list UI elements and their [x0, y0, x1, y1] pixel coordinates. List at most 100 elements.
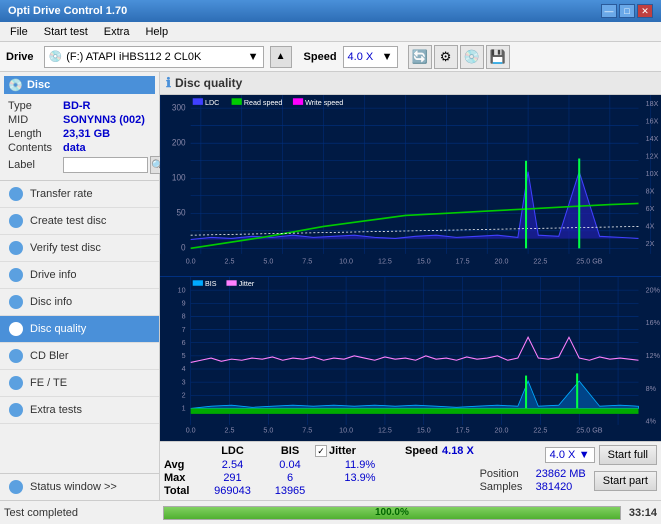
svg-text:20.0: 20.0 [495, 425, 509, 434]
progress-label: 100.0% [164, 507, 620, 519]
disc-info-grid: Type BD-R MID SONYNN3 (002) Length 23,31… [4, 98, 155, 176]
sidebar-label-extra-tests: Extra tests [30, 404, 82, 416]
sidebar-bottom: Status window >> [0, 473, 159, 500]
menu-extra[interactable]: Extra [98, 24, 136, 40]
svg-text:10.0: 10.0 [339, 256, 353, 265]
chart2-container: 10 9 8 7 6 5 4 3 2 1 20% 16% 12% 8% 4% [160, 277, 661, 441]
disc-quality-header: ℹ Disc quality [160, 72, 661, 95]
svg-text:10X: 10X [646, 169, 659, 178]
disc-button[interactable]: 💿 [460, 45, 484, 69]
menu-file[interactable]: File [4, 24, 34, 40]
disc-info-icon [8, 294, 24, 310]
total-label: Total [164, 485, 200, 497]
label-input[interactable] [63, 157, 148, 173]
fe-te-icon [8, 375, 24, 391]
chart2-svg: 10 9 8 7 6 5 4 3 2 1 20% 16% 12% 8% 4% [160, 277, 661, 441]
svg-text:BIS: BIS [205, 278, 217, 287]
sidebar-item-drive-info[interactable]: Drive info [0, 262, 159, 289]
close-button[interactable]: ✕ [637, 4, 653, 18]
sidebar-label-disc-info: Disc info [30, 296, 72, 308]
jitter-checkbox[interactable]: ✓ [315, 445, 327, 457]
sidebar-label-drive-info: Drive info [30, 269, 76, 281]
svg-text:Read speed: Read speed [244, 98, 283, 107]
length-label: Length [8, 128, 63, 140]
svg-text:20%: 20% [646, 285, 661, 294]
sidebar-item-transfer-rate[interactable]: Transfer rate [0, 181, 159, 208]
refresh-button[interactable]: 🔄 [408, 45, 432, 69]
svg-text:6X: 6X [646, 204, 655, 213]
start-part-button[interactable]: Start part [594, 471, 657, 491]
sidebar-item-fe-te[interactable]: FE / TE [0, 370, 159, 397]
nav-items: Transfer rate Create test disc Verify te… [0, 181, 159, 424]
position-label: Position [480, 468, 532, 480]
main-layout: 💿 Disc Type BD-R MID SONYNN3 (002) Lengt… [0, 72, 661, 500]
max-jitter: 13.9% [315, 472, 405, 484]
drive-value: (F:) ATAPI iHBS112 2 CL0K [66, 51, 243, 63]
minimize-button[interactable]: — [601, 4, 617, 18]
stats-table: LDC BIS ✓ Jitter Speed 4.18 X Avg [164, 445, 476, 497]
svg-text:15.0: 15.0 [417, 425, 431, 434]
svg-text:5.0: 5.0 [263, 256, 273, 265]
drive-icon: 💿 [49, 50, 63, 63]
disc-length-row: Length 23,31 GB [8, 128, 151, 140]
svg-text:25.0 GB: 25.0 GB [576, 425, 602, 434]
eject-button[interactable]: ▲ [270, 46, 292, 68]
sidebar-item-cd-bler[interactable]: CD Bler [0, 343, 159, 370]
samples-value: 381420 [536, 481, 573, 493]
speed-select[interactable]: 4.0 X ▼ [343, 46, 398, 68]
svg-text:16%: 16% [646, 318, 661, 327]
svg-text:100: 100 [172, 172, 186, 182]
stats-area: LDC BIS ✓ Jitter Speed 4.18 X Avg [160, 441, 661, 500]
right-controls: 4.0 X ▼ Start full Position 23862 MB [480, 445, 657, 493]
svg-text:0: 0 [181, 242, 186, 252]
svg-text:LDC: LDC [205, 98, 220, 107]
svg-text:10: 10 [178, 285, 186, 294]
menu-start-test[interactable]: Start test [38, 24, 94, 40]
max-label: Max [164, 472, 200, 484]
speed-dropdown-icon: ▼ [382, 51, 393, 63]
status-bar: Test completed 100.0% 33:14 [0, 500, 661, 524]
svg-text:1: 1 [182, 403, 186, 412]
speed-combo-arrow: ▼ [579, 449, 590, 461]
svg-text:17.5: 17.5 [456, 425, 470, 434]
disc-contents-row: Contents data [8, 142, 151, 154]
svg-text:10.0: 10.0 [339, 425, 353, 434]
speed-combo[interactable]: 4.0 X ▼ [545, 447, 595, 463]
bis-header: BIS [265, 445, 315, 457]
svg-text:0.0: 0.0 [186, 256, 196, 265]
sidebar-item-disc-info[interactable]: Disc info [0, 289, 159, 316]
disc-type-row: Type BD-R [8, 100, 151, 112]
speed-stat-label: Speed [405, 445, 438, 457]
maximize-button[interactable]: □ [619, 4, 635, 18]
menu-help[interactable]: Help [139, 24, 174, 40]
save-button[interactable]: 💾 [486, 45, 510, 69]
pos-info: Position 23862 MB Samples 381420 [480, 468, 586, 493]
sidebar-item-disc-quality[interactable]: Disc quality [0, 316, 159, 343]
start-full-button[interactable]: Start full [599, 445, 657, 465]
settings-button[interactable]: ⚙ [434, 45, 458, 69]
window-controls: — □ ✕ [601, 4, 653, 18]
sidebar-item-create-test-disc[interactable]: Create test disc [0, 208, 159, 235]
title-bar: Opti Drive Control 1.70 — □ ✕ [0, 0, 661, 22]
svg-text:300: 300 [172, 102, 186, 112]
sidebar-item-verify-test-disc[interactable]: Verify test disc [0, 235, 159, 262]
drive-bar: Drive 💿 (F:) ATAPI iHBS112 2 CL0K ▼ ▲ Sp… [0, 42, 661, 72]
svg-text:8%: 8% [646, 383, 657, 392]
label-label: Label [8, 159, 63, 171]
speed-value: 4.0 X [348, 51, 374, 63]
sidebar-item-status-window[interactable]: Status window >> [0, 474, 159, 500]
svg-text:14X: 14X [646, 134, 659, 143]
svg-text:22.5: 22.5 [533, 425, 547, 434]
disc-quality-header-icon: ℹ [166, 75, 171, 91]
svg-text:Write speed: Write speed [305, 98, 343, 107]
sidebar-label-create-test-disc: Create test disc [30, 215, 106, 227]
extra-tests-icon [8, 402, 24, 418]
chart1-svg: 300 200 100 50 0 18X 16X 14X 12X 10X 8X … [160, 95, 661, 276]
svg-text:9: 9 [182, 298, 186, 307]
disc-icon: 💿 [8, 78, 23, 92]
disc-header: 💿 Disc [4, 76, 155, 94]
sidebar-item-extra-tests[interactable]: Extra tests [0, 397, 159, 424]
drive-select[interactable]: 💿 (F:) ATAPI iHBS112 2 CL0K ▼ [44, 46, 264, 68]
position-value: 23862 MB [536, 468, 586, 480]
speed-combo-value: 4.0 X [550, 449, 576, 461]
